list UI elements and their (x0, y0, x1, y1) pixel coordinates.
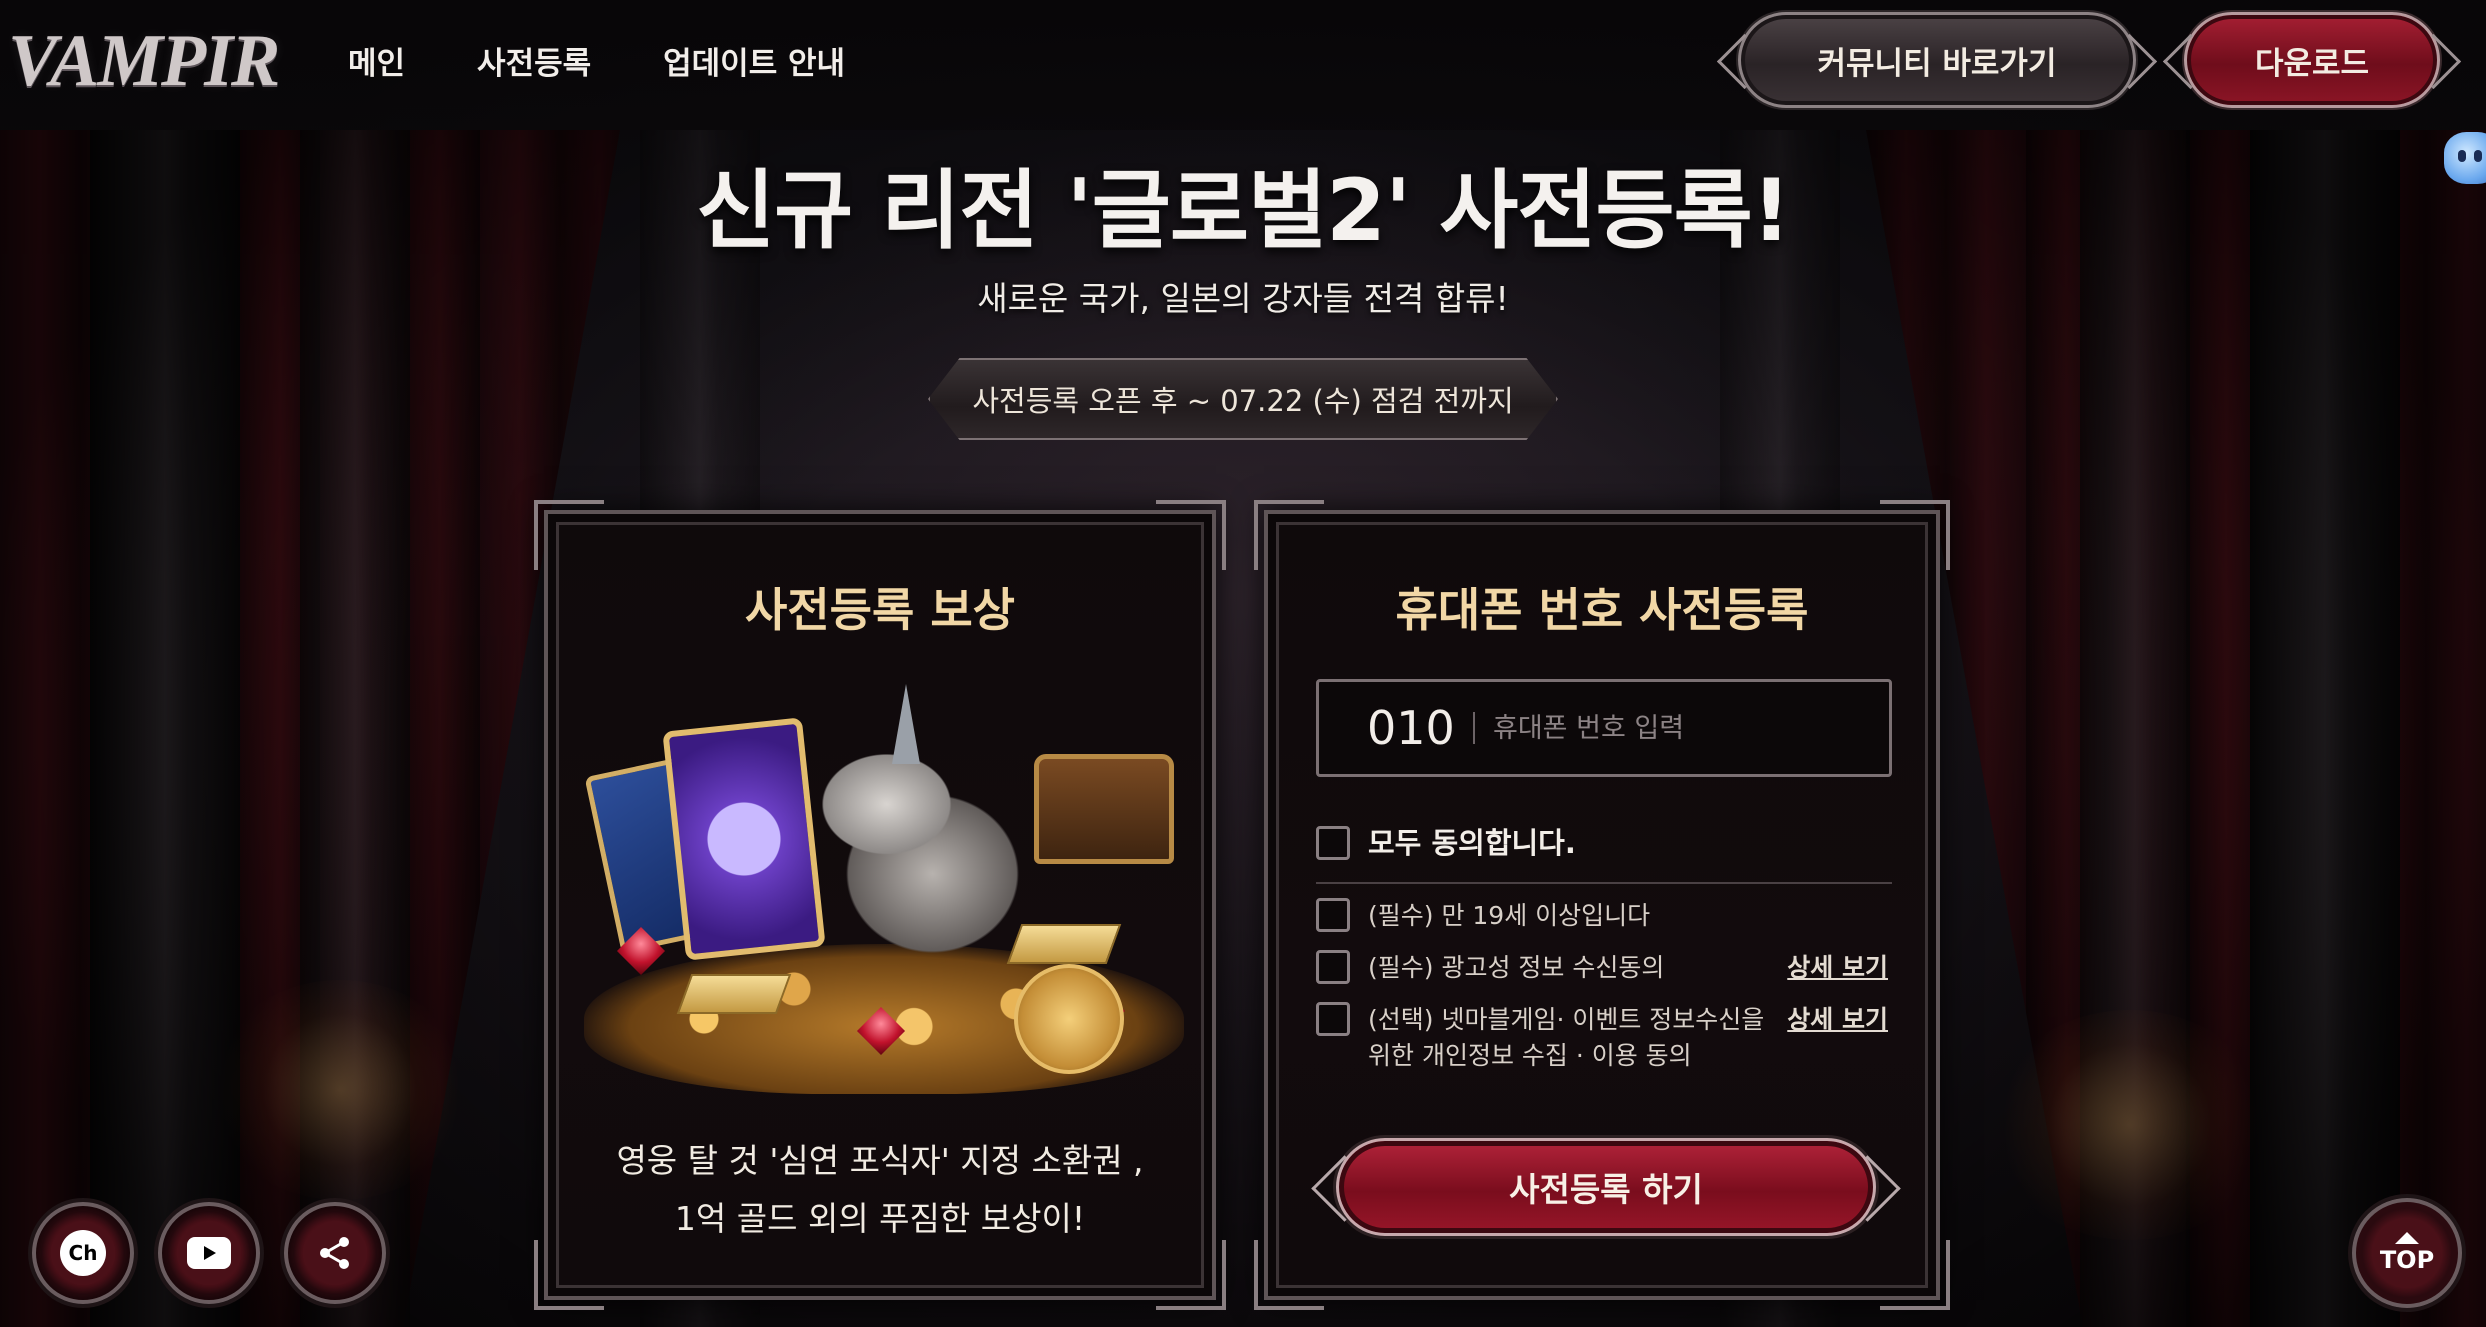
nav-update-info[interactable]: 업데이트 안내 (663, 38, 845, 90)
agreement-divider (1316, 882, 1892, 884)
event-period-banner: 사전등록 오픈 후 ~ 07.22 (수) 점검 전까지 (928, 358, 1558, 440)
scroll-top-button[interactable]: TOP (2352, 1198, 2462, 1308)
community-button[interactable]: 커뮤니티 바로가기 (1738, 12, 2136, 108)
nav-preregister[interactable]: 사전등록 (477, 38, 591, 90)
large-gold-coin (1014, 964, 1124, 1074)
reward-description: 영웅 탈 것 '심연 포식자' 지정 소환권 , 1억 골드 외의 푸짐한 보상… (548, 1132, 1212, 1248)
vampir-logo[interactable]: VAMPIR (8, 16, 280, 106)
preregister-submit-button[interactable]: 사전등록 하기 (1336, 1138, 1876, 1236)
youtube-button[interactable] (158, 1202, 260, 1304)
age-agree-label: (필수) 만 19세 이상입니다 (1368, 901, 1651, 930)
age-agree-checkbox[interactable] (1316, 898, 1350, 932)
abyss-devourer-mount (784, 684, 1054, 984)
kakao-channel-button[interactable]: Ch (32, 1202, 134, 1304)
register-panel-title: 휴대폰 번호 사전등록 (1395, 583, 1809, 637)
share-icon (320, 1237, 349, 1269)
privacy-detail-link[interactable]: 상세 보기 (1787, 1002, 1888, 1038)
main-nav: 메인 사전등록 업데이트 안내 (348, 38, 845, 90)
reward-line-2: 1억 골드 외의 푸짐한 보상이! (674, 1199, 1086, 1238)
agreement-row-age: (필수) 만 19세 이상입니다 (1316, 898, 1788, 934)
ad-agree-label: (필수) 광고성 정보 수신동의 (1368, 953, 1665, 982)
agree-all-row: 모두 동의합니다. (1316, 826, 1576, 860)
top-header: VAMPIR 메인 사전등록 업데이트 안내 커뮤니티 바로가기 다운로드 (0, 0, 2486, 130)
page: VAMPIR 메인 사전등록 업데이트 안내 커뮤니티 바로가기 다운로드 신규… (0, 0, 2486, 1327)
reward-panel: 사전등록 보상 영웅 탈 것 '심연 포식자' 지정 소환권 , 1억 골드 외… (534, 500, 1226, 1310)
arrow-up-icon (2395, 1232, 2419, 1244)
top-label: TOP (2379, 1246, 2435, 1274)
kakao-channel-icon: Ch (60, 1230, 106, 1276)
agree-all-checkbox[interactable] (1316, 826, 1350, 860)
phone-prefix: 010 (1367, 701, 1455, 755)
ad-agree-checkbox[interactable] (1316, 950, 1350, 984)
ad-detail-link[interactable]: 상세 보기 (1787, 950, 1888, 986)
agree-all-label[interactable]: 모두 동의합니다. (1368, 826, 1576, 860)
reward-panel-title: 사전등록 보상 (745, 583, 1015, 637)
download-button[interactable]: 다운로드 (2184, 12, 2440, 108)
phone-separator (1473, 712, 1475, 744)
gold-bar (676, 974, 792, 1014)
treasure-chest (1034, 754, 1174, 864)
youtube-icon (187, 1237, 231, 1269)
nav-main[interactable]: 메인 (348, 38, 405, 90)
reward-illustration (584, 674, 1184, 1094)
phone-number-field: 010 (1316, 679, 1892, 777)
agreement-row-privacy: (선택) 넷마블게임· 이벤트 정보수신을 위한 개인정보 수집 · 이용 동의 (1316, 1002, 1788, 1074)
share-button[interactable] (284, 1202, 386, 1304)
page-subtitle: 새로운 국가, 일본의 강자들 전격 합류! (977, 279, 1509, 318)
reward-line-1: 영웅 탈 것 '심연 포식자' 지정 소환권 , (616, 1141, 1144, 1180)
privacy-agree-checkbox[interactable] (1316, 1002, 1350, 1036)
page-title: 신규 리전 '글로벌2' 사전등록! (696, 161, 1791, 261)
phone-number-input[interactable] (1493, 712, 1873, 744)
privacy-agree-label: (선택) 넷마블게임· 이벤트 정보수신을 위한 개인정보 수집 · 이용 동의 (1368, 1005, 1765, 1070)
agreement-row-ad: (필수) 광고성 정보 수신동의 (1316, 950, 1788, 986)
phone-register-panel: 휴대폰 번호 사전등록 010 모두 동의합니다. (필수) 만 19세 이상입… (1254, 500, 1950, 1310)
gold-bar (1006, 924, 1122, 964)
